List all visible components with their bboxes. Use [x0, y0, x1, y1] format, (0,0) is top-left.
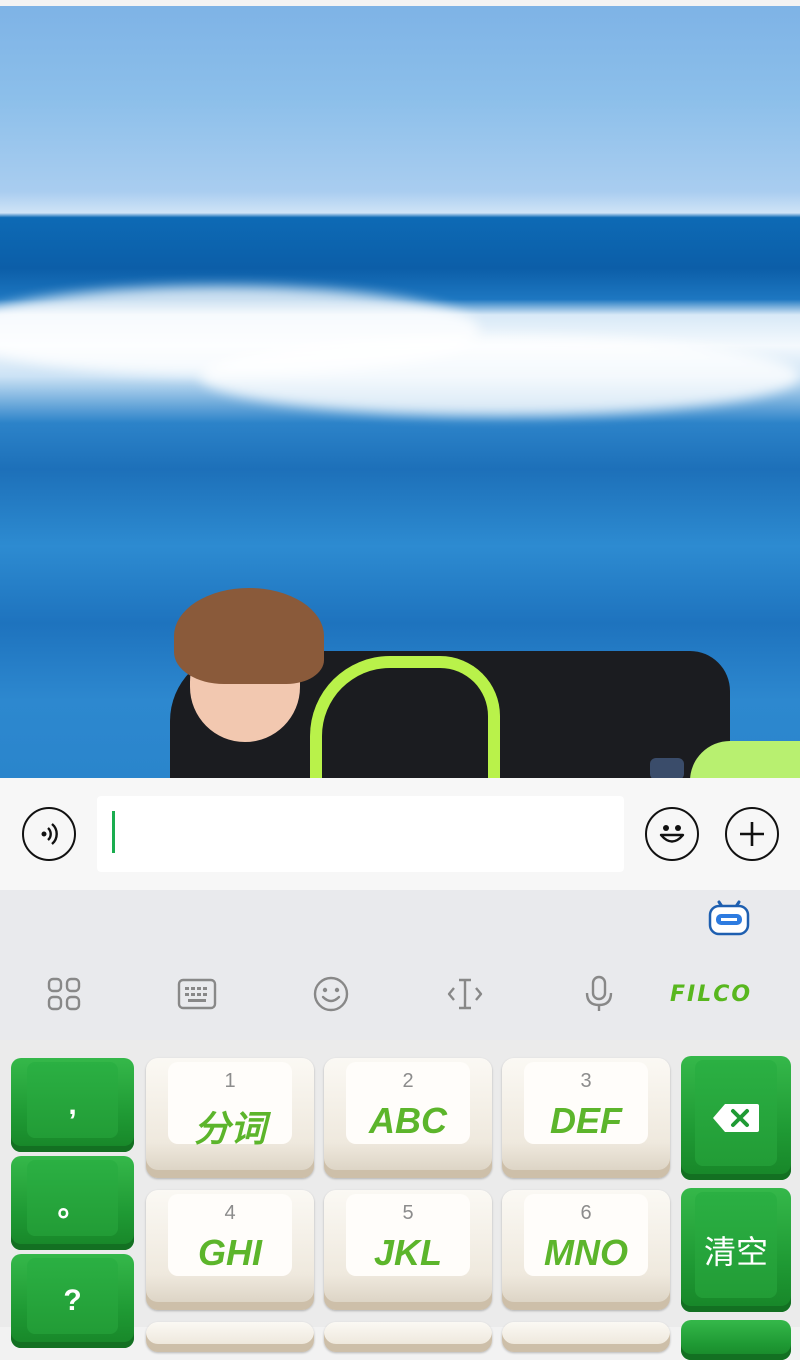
- emoji-panel-button[interactable]: [311, 974, 351, 1014]
- key-letters: 分词: [193, 1108, 266, 1149]
- key-4[interactable]: 4 GHI: [146, 1190, 314, 1310]
- keyboard-keys-area: , 。 ? 1 分词 2 ABC 3 DEF 4 GHI 5 JKL 6 MNO: [0, 1040, 800, 1360]
- keyboard-icon: [177, 978, 217, 1010]
- voice-typing-button[interactable]: [579, 974, 619, 1014]
- backspace-key[interactable]: [681, 1056, 791, 1180]
- message-input-bar: [0, 778, 800, 890]
- key-number: 4: [224, 1202, 236, 1224]
- clear-key[interactable]: 清空: [681, 1188, 791, 1312]
- person-vest: [310, 656, 500, 778]
- clear-key-label: 清空: [703, 1234, 768, 1270]
- key-letters: JKL: [373, 1232, 442, 1273]
- key-question[interactable]: ?: [11, 1254, 134, 1348]
- space-key[interactable]: [681, 1320, 791, 1360]
- message-text-input[interactable]: [97, 796, 624, 872]
- key-6[interactable]: 6 MNO: [502, 1190, 670, 1310]
- key-label: 。: [57, 1190, 88, 1223]
- person-watch: [650, 758, 684, 778]
- cursor-edit-button[interactable]: [445, 974, 485, 1014]
- voice-input-icon: [41, 823, 58, 845]
- key-letters: DEF: [550, 1100, 622, 1141]
- apps-grid-icon: [47, 977, 81, 1011]
- key-label: ?: [63, 1284, 82, 1317]
- apps-grid-button[interactable]: [44, 974, 84, 1014]
- key-1[interactable]: 1 分词: [146, 1058, 314, 1178]
- more-options-button[interactable]: [725, 807, 779, 861]
- emoji-icon: [313, 976, 349, 1012]
- key-number: 5: [402, 1202, 414, 1224]
- key-number: 1: [224, 1070, 236, 1092]
- key-letters: ABC: [369, 1100, 447, 1141]
- keyboard-theme-brand[interactable]: FILCO: [670, 982, 752, 1007]
- text-caret: [112, 811, 115, 853]
- key-letters: MNO: [544, 1232, 628, 1273]
- key-5[interactable]: 5 JKL: [324, 1190, 492, 1310]
- microphone-icon: [585, 975, 613, 1011]
- plus-icon: [740, 822, 764, 846]
- voice-input-button[interactable]: [22, 807, 76, 861]
- key-number: 3: [580, 1070, 592, 1092]
- key-label: ,: [68, 1088, 77, 1121]
- person-hair: [174, 588, 324, 684]
- key-number: 2: [402, 1070, 414, 1092]
- keyboard-toolbar: FILCO: [0, 890, 800, 1040]
- text-cursor-icon: [447, 978, 483, 1010]
- key-period[interactable]: 。: [11, 1156, 134, 1250]
- key-3[interactable]: 3 DEF: [502, 1058, 670, 1178]
- emoji-button[interactable]: [645, 807, 699, 861]
- key-2[interactable]: 2 ABC: [324, 1058, 492, 1178]
- key-letters: GHI: [197, 1232, 262, 1273]
- key-comma[interactable]: ,: [11, 1058, 134, 1152]
- backspace-icon: [713, 1104, 759, 1132]
- keyboard-mascot-icon[interactable]: [707, 896, 751, 936]
- wave-foam: [200, 336, 800, 416]
- key-number: 6: [580, 1202, 592, 1224]
- keyboard-switch-button[interactable]: [177, 974, 217, 1014]
- smiley-icon: [659, 825, 685, 843]
- chat-background-photo: [0, 6, 800, 778]
